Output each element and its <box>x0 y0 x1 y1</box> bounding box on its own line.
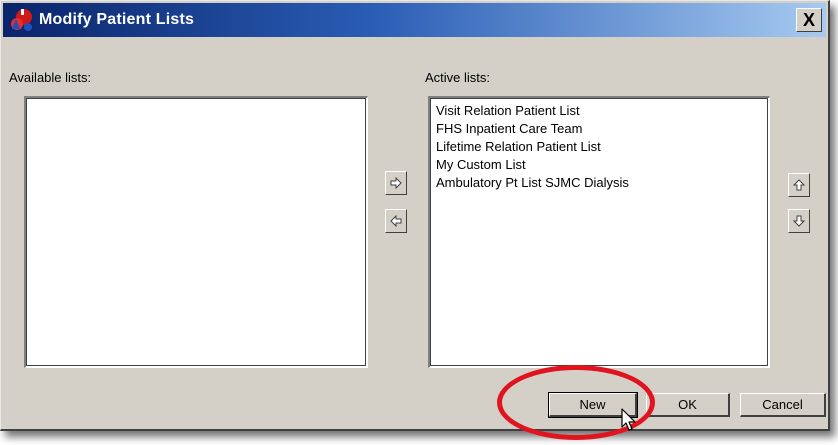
arrow-up-icon <box>793 179 805 191</box>
move-right-button[interactable] <box>385 171 407 195</box>
modify-patient-lists-dialog: Modify Patient Lists X Available lists: … <box>0 0 830 431</box>
move-down-button[interactable] <box>788 209 810 233</box>
active-lists-label: Active lists: <box>425 70 491 85</box>
arrow-right-icon <box>390 177 402 189</box>
close-icon: X <box>802 9 815 30</box>
list-item[interactable]: My Custom List <box>430 156 769 174</box>
available-lists-label: Available lists: <box>9 70 92 85</box>
window-title: Modify Patient Lists <box>39 11 195 28</box>
list-item[interactable]: Ambulatory Pt List SJMC Dialysis <box>430 174 769 192</box>
cancel-button[interactable]: Cancel <box>740 393 826 417</box>
available-lists-listbox[interactable] <box>24 96 368 368</box>
active-lists-listbox[interactable]: Visit Relation Patient List FHS Inpatien… <box>428 96 770 368</box>
list-item[interactable]: FHS Inpatient Care Team <box>430 120 769 138</box>
list-item[interactable]: Visit Relation Patient List <box>430 102 769 120</box>
ok-button-label: OK <box>678 397 697 412</box>
arrow-down-icon <box>793 215 805 227</box>
arrow-left-icon <box>390 215 402 227</box>
ok-button[interactable]: OK <box>646 393 730 417</box>
list-item[interactable]: Lifetime Relation Patient List <box>430 138 769 156</box>
cancel-button-label: Cancel <box>762 397 803 412</box>
mouse-pointer-icon <box>621 408 636 431</box>
title-bar: Modify Patient Lists X <box>3 3 826 37</box>
move-up-button[interactable] <box>788 173 810 197</box>
app-logo-icon <box>9 7 35 33</box>
close-button[interactable]: X <box>796 8 822 32</box>
move-left-button[interactable] <box>385 209 407 233</box>
